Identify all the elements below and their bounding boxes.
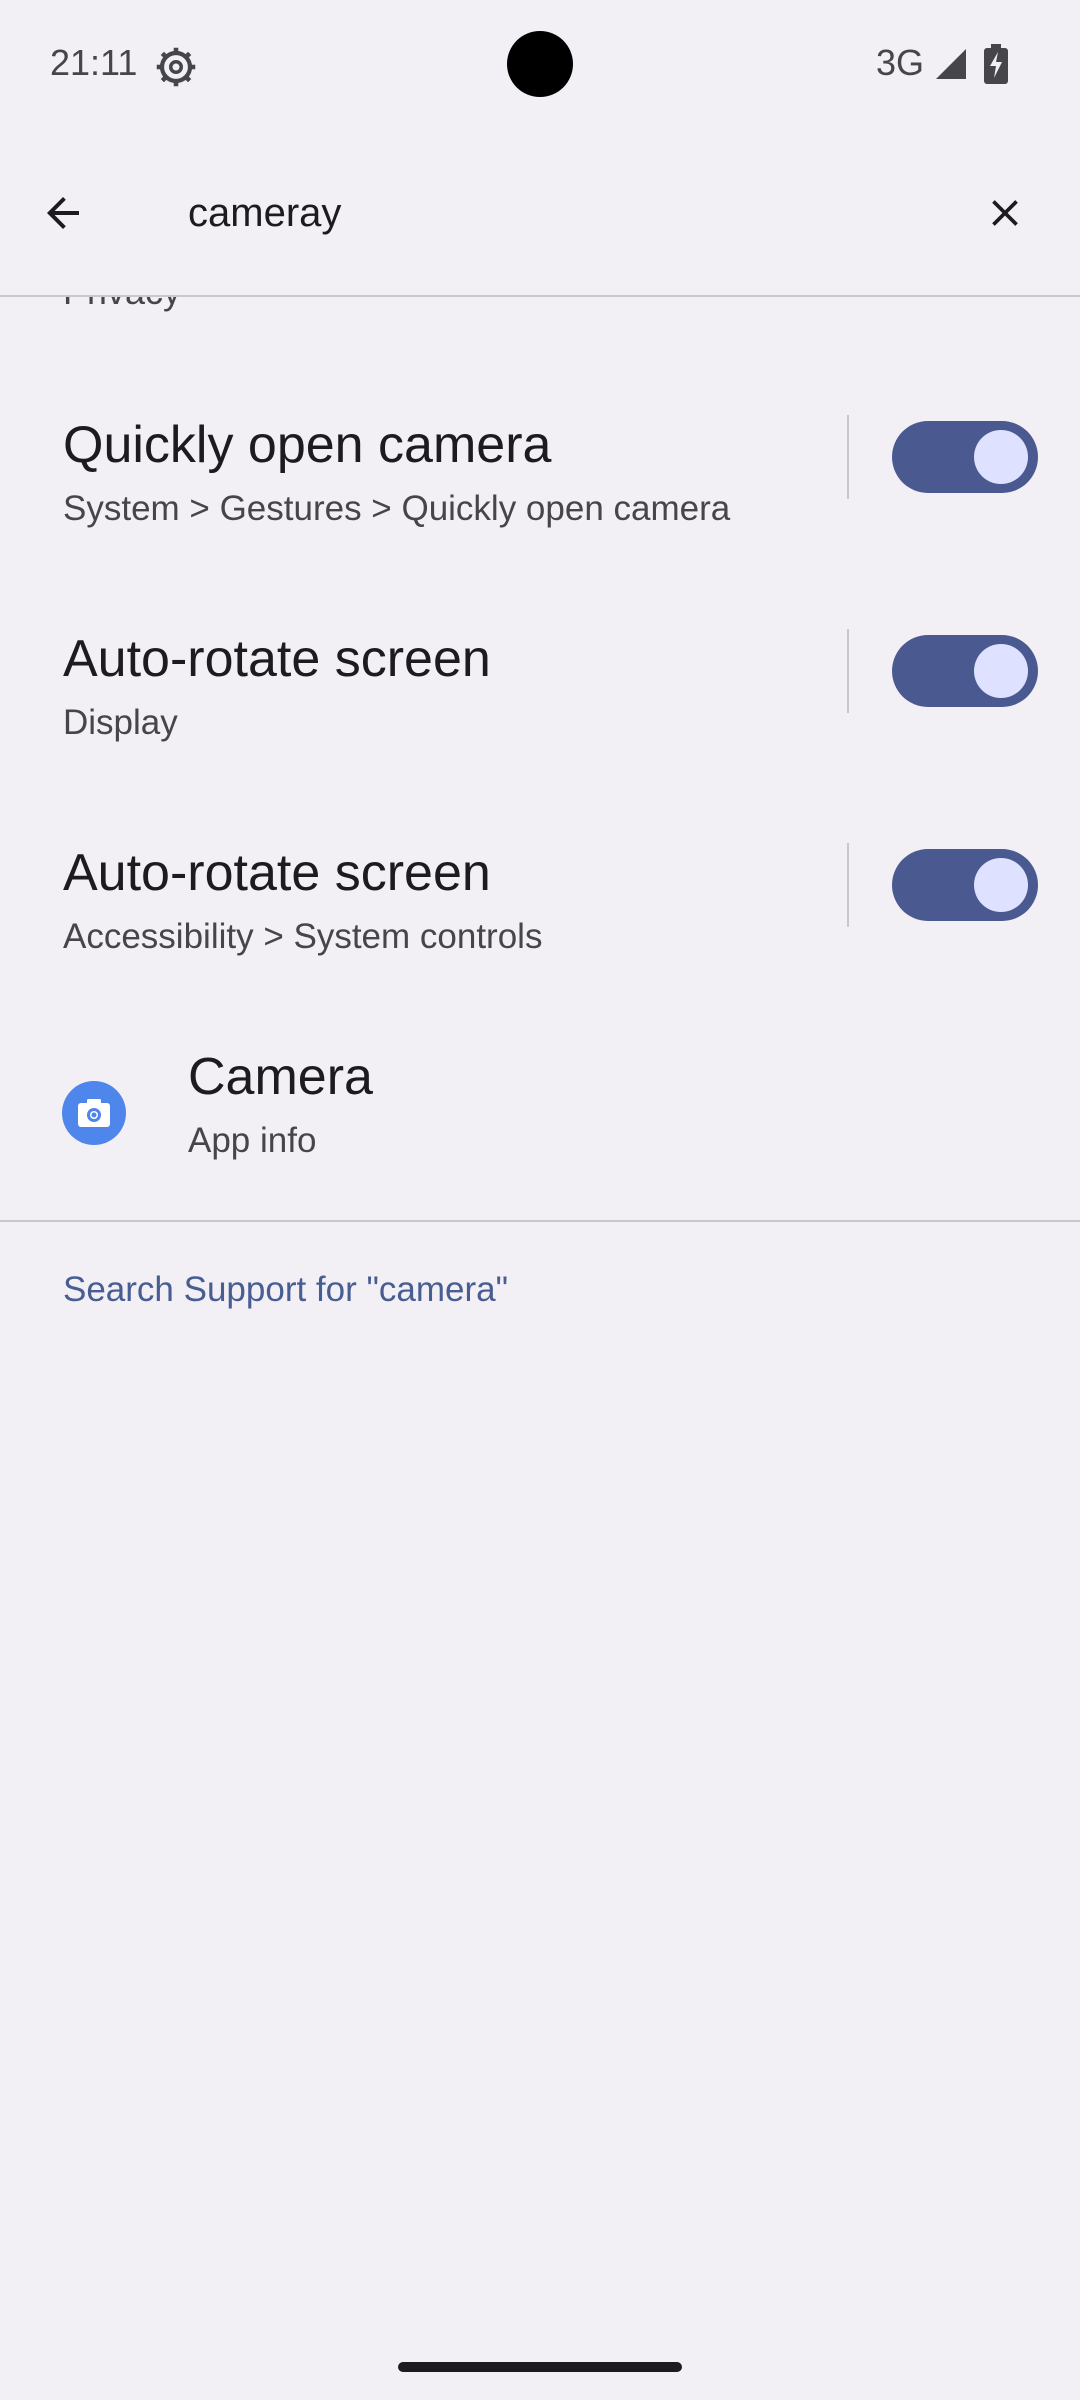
result-title: Camera bbox=[188, 1048, 373, 1106]
toggle-knob bbox=[974, 858, 1028, 912]
search-input[interactable] bbox=[188, 180, 948, 246]
result-subtitle: Accessibility > System controls bbox=[63, 917, 543, 956]
toggle-knob bbox=[974, 430, 1028, 484]
divider bbox=[847, 629, 849, 713]
battery-charging-icon bbox=[984, 44, 1008, 84]
signal-icon bbox=[936, 49, 966, 79]
search-bar bbox=[0, 130, 1080, 296]
result-subtitle: Display bbox=[63, 703, 178, 742]
close-icon bbox=[992, 200, 1018, 226]
result-subtitle: App info bbox=[188, 1121, 317, 1160]
gear-icon bbox=[156, 47, 196, 87]
clear-search-button[interactable] bbox=[972, 180, 1038, 246]
result-quickly-open-camera[interactable]: Quickly open camera System > Gestures > … bbox=[0, 415, 1080, 629]
results-list: Privacy Quickly open camera System > Ges… bbox=[0, 297, 1080, 1222]
network-type: 3G bbox=[876, 42, 925, 83]
toggle-knob bbox=[974, 644, 1028, 698]
search-support-link[interactable]: Search Support for "camera" bbox=[63, 1270, 508, 1310]
status-time: 21:11 bbox=[50, 42, 138, 83]
toggle-switch[interactable] bbox=[892, 849, 1038, 921]
toggle-switch[interactable] bbox=[892, 421, 1038, 493]
result-camera-app[interactable]: Camera App info bbox=[0, 1047, 1080, 1217]
result-auto-rotate-accessibility[interactable]: Auto-rotate screen Accessibility > Syste… bbox=[0, 843, 1080, 1057]
status-bar: 21:11 3G bbox=[0, 0, 1080, 130]
list-item[interactable]: Privacy bbox=[0, 297, 1080, 349]
camera-app-icon bbox=[62, 1081, 126, 1145]
result-auto-rotate-display[interactable]: Auto-rotate screen Display bbox=[0, 629, 1080, 843]
result-title: Quickly open camera bbox=[63, 416, 552, 474]
arrow-back-icon bbox=[47, 197, 79, 229]
result-title: Auto-rotate screen bbox=[63, 844, 491, 902]
result-subtitle: Privacy bbox=[63, 297, 181, 313]
gesture-nav-handle[interactable] bbox=[398, 2362, 682, 2372]
result-subtitle: System > Gestures > Quickly open camera bbox=[63, 489, 731, 528]
result-title: Auto-rotate screen bbox=[63, 630, 491, 688]
toggle-switch[interactable] bbox=[892, 635, 1038, 707]
divider bbox=[847, 415, 849, 499]
divider bbox=[847, 843, 849, 927]
back-button[interactable] bbox=[30, 180, 96, 246]
divider bbox=[0, 1220, 1080, 1222]
camera-cutout bbox=[507, 31, 573, 97]
